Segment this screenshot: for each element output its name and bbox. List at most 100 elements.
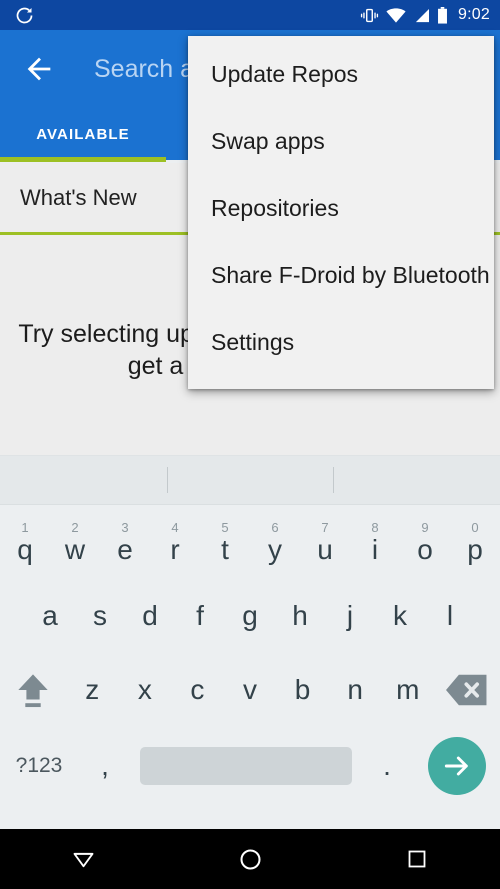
suggestion-slot-1[interactable] bbox=[0, 456, 167, 504]
key-hint: 0 bbox=[471, 519, 479, 535]
key-l[interactable]: l bbox=[425, 579, 475, 653]
key-c[interactable]: c bbox=[171, 653, 224, 727]
wifi-icon bbox=[386, 7, 406, 23]
key-hint: 7 bbox=[321, 519, 329, 535]
key-i[interactable]: 8 i bbox=[350, 505, 400, 579]
refresh-icon bbox=[14, 5, 35, 26]
key-hint: 2 bbox=[71, 519, 79, 535]
key-q[interactable]: 1 q bbox=[0, 505, 50, 579]
key-r[interactable]: 4 r bbox=[150, 505, 200, 579]
key-e[interactable]: 3 e bbox=[100, 505, 150, 579]
key-hint: 3 bbox=[121, 519, 129, 535]
back-arrow-icon[interactable] bbox=[22, 52, 56, 86]
key-h[interactable]: h bbox=[275, 579, 325, 653]
status-bar: 9:02 bbox=[0, 0, 500, 30]
key-t[interactable]: 5 t bbox=[200, 505, 250, 579]
status-bar-clock: 9:02 bbox=[458, 6, 490, 23]
key-hint: 9 bbox=[421, 519, 429, 535]
period-key[interactable]: . bbox=[360, 750, 414, 782]
key-s[interactable]: s bbox=[75, 579, 125, 653]
on-screen-keyboard: 1 q 2 w 3 e 4 r 5 t 6 y 7 u 8 i 9 o 0 p … bbox=[0, 455, 500, 829]
suggestion-slot-3[interactable] bbox=[333, 456, 500, 504]
key-label: t bbox=[221, 533, 229, 565]
menu-item-settings[interactable]: Settings bbox=[188, 309, 494, 376]
key-label: y bbox=[268, 533, 282, 565]
key-hint: 8 bbox=[371, 519, 379, 535]
keyboard-row-1: 1 q 2 w 3 e 4 r 5 t 6 y 7 u 8 i 9 o 0 p bbox=[0, 505, 500, 579]
key-f[interactable]: f bbox=[175, 579, 225, 653]
key-j[interactable]: j bbox=[325, 579, 375, 653]
comma-key[interactable]: , bbox=[78, 750, 132, 782]
nav-home-circle-icon[interactable] bbox=[167, 846, 334, 873]
search-input[interactable]: Search a bbox=[94, 55, 194, 84]
key-label: u bbox=[317, 533, 333, 565]
backspace-icon[interactable] bbox=[434, 653, 500, 727]
key-z[interactable]: z bbox=[66, 653, 119, 727]
key-label: s bbox=[93, 600, 107, 631]
symbols-key[interactable]: ?123 bbox=[0, 754, 78, 778]
key-hint: 5 bbox=[221, 519, 229, 535]
key-v[interactable]: v bbox=[224, 653, 277, 727]
key-x[interactable]: x bbox=[119, 653, 172, 727]
key-label: w bbox=[64, 533, 86, 565]
key-d[interactable]: d bbox=[125, 579, 175, 653]
key-hint: 1 bbox=[21, 519, 29, 535]
key-n[interactable]: n bbox=[329, 653, 382, 727]
arrow-right-icon bbox=[428, 737, 486, 795]
key-g[interactable]: g bbox=[225, 579, 275, 653]
key-label: m bbox=[396, 674, 420, 705]
status-bar-left bbox=[14, 5, 360, 26]
system-navigation-bar bbox=[0, 829, 500, 889]
cell-signal-icon bbox=[413, 8, 430, 23]
suggestion-slot-2[interactable] bbox=[166, 456, 334, 504]
key-label: f bbox=[196, 600, 204, 631]
key-a[interactable]: a bbox=[25, 579, 75, 653]
key-m[interactable]: m bbox=[381, 653, 434, 727]
space-key[interactable] bbox=[140, 747, 352, 785]
tab-indicator bbox=[0, 157, 166, 162]
key-label: p bbox=[467, 533, 483, 565]
key-p[interactable]: 0 p bbox=[450, 505, 500, 579]
key-w[interactable]: 2 w bbox=[50, 505, 100, 579]
key-label: a bbox=[42, 600, 58, 631]
key-label: j bbox=[346, 600, 354, 631]
key-u[interactable]: 7 u bbox=[300, 505, 350, 579]
phone-screen: 9:02 Search a AVAILABLE What's New No ap… bbox=[0, 0, 500, 889]
nav-back-triangle-icon[interactable] bbox=[0, 846, 167, 873]
key-o[interactable]: 9 o bbox=[400, 505, 450, 579]
menu-item-repositories[interactable]: Repositories bbox=[188, 175, 494, 242]
key-label: e bbox=[117, 533, 133, 565]
key-label: o bbox=[417, 533, 433, 565]
key-b[interactable]: b bbox=[276, 653, 329, 727]
key-label: n bbox=[347, 674, 363, 705]
key-label: k bbox=[393, 600, 407, 631]
key-label: z bbox=[85, 674, 100, 705]
tab-available[interactable]: AVAILABLE bbox=[0, 126, 166, 143]
key-label: r bbox=[170, 533, 180, 565]
keyboard-row-4: ?123 , . bbox=[0, 727, 500, 805]
key-label: q bbox=[17, 533, 33, 565]
key-hint: 4 bbox=[171, 519, 179, 535]
key-label: i bbox=[371, 533, 379, 565]
menu-item-share-fdroid-by-bluetooth[interactable]: Share F-Droid by Bluetooth bbox=[188, 242, 494, 309]
key-hint: 6 bbox=[271, 519, 279, 535]
key-y[interactable]: 6 y bbox=[250, 505, 300, 579]
overflow-menu[interactable]: Update Repos Swap apps Repositories Shar… bbox=[188, 36, 494, 389]
key-label: v bbox=[243, 674, 257, 705]
enter-key[interactable] bbox=[414, 737, 500, 795]
nav-recents-square-icon[interactable] bbox=[333, 847, 500, 871]
key-label: g bbox=[242, 600, 258, 631]
keyboard-row-2: a s d f g h j k l bbox=[0, 579, 500, 653]
key-label: x bbox=[137, 674, 152, 705]
suggestion-strip bbox=[0, 456, 500, 505]
key-k[interactable]: k bbox=[375, 579, 425, 653]
key-label: d bbox=[142, 600, 158, 631]
key-label: h bbox=[292, 600, 308, 631]
menu-item-swap-apps[interactable]: Swap apps bbox=[188, 108, 494, 175]
status-bar-right: 9:02 bbox=[360, 6, 490, 24]
key-label: l bbox=[446, 600, 454, 631]
shift-icon[interactable] bbox=[0, 653, 66, 727]
key-label: c bbox=[190, 674, 205, 705]
battery-icon bbox=[437, 6, 448, 24]
menu-item-update-repos[interactable]: Update Repos bbox=[188, 41, 494, 108]
